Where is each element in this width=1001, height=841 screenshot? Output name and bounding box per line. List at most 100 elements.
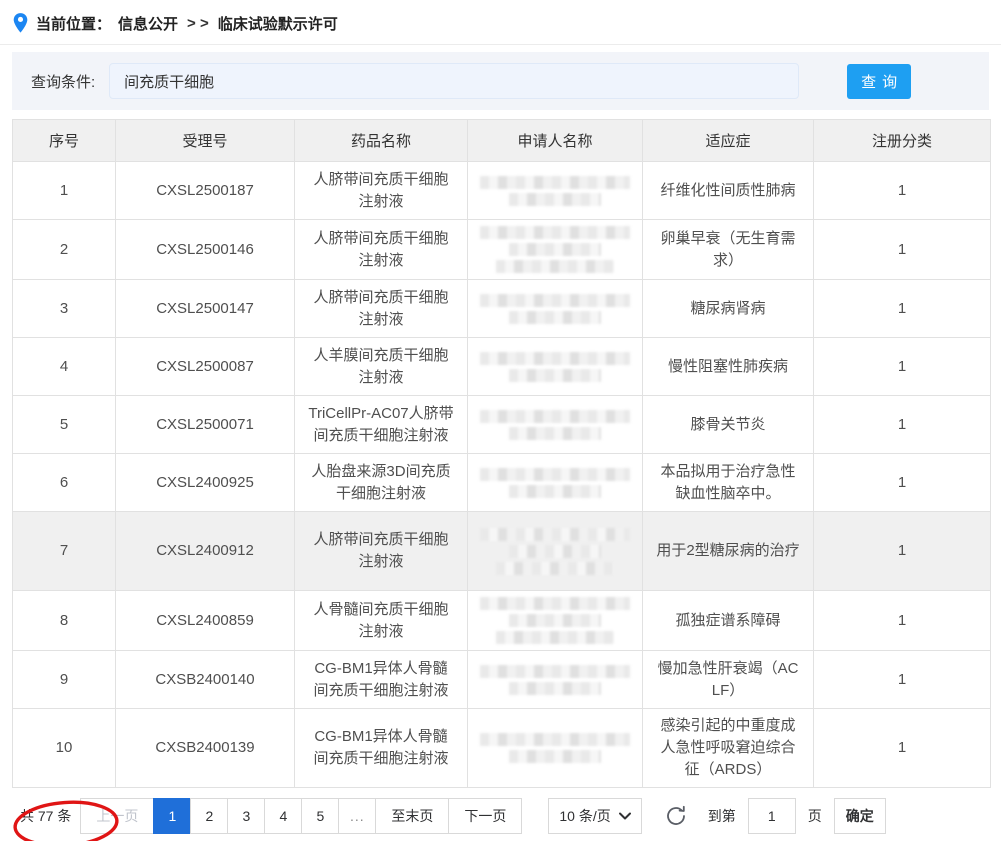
cell-acceptance-no: CXSL2500187: [116, 162, 295, 220]
redacted-applicant-blur: [481, 468, 629, 498]
results-table: 序号 受理号 药品名称 申请人名称 适应症 注册分类 1 CXSL2500187…: [12, 119, 991, 788]
cell-acceptance-no: CXSB2400139: [116, 709, 295, 788]
cell-drug-name: CG-BM1异体人骨髓间充质干细胞注射液: [295, 709, 468, 788]
table-row: 10 CXSB2400139 CG-BM1异体人骨髓间充质干细胞注射液 感染引起…: [13, 709, 991, 788]
cell-acceptance-no: CXSL2400859: [116, 591, 295, 651]
breadcrumb-item-current: 临床试验默示许可: [218, 13, 338, 34]
redacted-applicant-blur: [481, 226, 629, 273]
breadcrumb-prefix: 当前位置：: [36, 13, 111, 34]
cell-seq: 8: [13, 591, 116, 651]
cell-indication: 膝骨关节炎: [643, 396, 814, 454]
pagination-bar: 共 77 条 上一页 1 2 3 4 5 ... 至末页 下一页 10 条/页 …: [12, 798, 989, 834]
next-page-button[interactable]: 下一页: [448, 798, 522, 834]
cell-category: 1: [814, 512, 991, 591]
cell-indication: 用于2型糖尿病的治疗: [643, 512, 814, 591]
search-button[interactable]: 查询: [847, 64, 911, 99]
cell-seq: 3: [13, 280, 116, 338]
cell-seq: 5: [13, 396, 116, 454]
location-pin-icon: [12, 12, 29, 34]
header-seq: 序号: [13, 120, 116, 162]
cell-category: 1: [814, 220, 991, 280]
cell-drug-name: 人脐带间充质干细胞注射液: [295, 220, 468, 280]
page: 当前位置： 信息公开 > > 临床试验默示许可 查询条件: 查询 序号 受理号 …: [0, 0, 1001, 841]
page-size-value: 10 条/页: [559, 806, 610, 826]
table-row: 9 CXSB2400140 CG-BM1异体人骨髓间充质干细胞注射液 慢加急性肝…: [13, 651, 991, 709]
goto-page-prefix: 到第: [708, 806, 736, 826]
cell-drug-name: 人脐带间充质干细胞注射液: [295, 280, 468, 338]
table-row: 3 CXSL2500147 人脐带间充质干细胞注射液 糖尿病肾病 1: [13, 280, 991, 338]
page-button-4[interactable]: 4: [264, 798, 302, 834]
goto-page-input[interactable]: [748, 798, 796, 834]
cell-applicant: [468, 338, 643, 396]
redacted-applicant-blur: [481, 410, 629, 440]
breadcrumb-item-info-disclosure[interactable]: 信息公开: [118, 13, 178, 34]
cell-category: 1: [814, 396, 991, 454]
cell-drug-name: 人胎盘来源3D间充质干细胞注射液: [295, 454, 468, 512]
redacted-applicant-blur: [481, 528, 629, 575]
cell-indication: 纤维化性间质性肺病: [643, 162, 814, 220]
cell-seq: 1: [13, 162, 116, 220]
goto-page-suffix: 页: [808, 806, 822, 826]
cell-acceptance-no: CXSL2500087: [116, 338, 295, 396]
header-indication: 适应症: [643, 120, 814, 162]
cell-seq: 9: [13, 651, 116, 709]
confirm-button[interactable]: 确定: [834, 798, 886, 834]
page-button-5[interactable]: 5: [301, 798, 339, 834]
redacted-applicant-blur: [481, 176, 629, 206]
page-button-2[interactable]: 2: [190, 798, 228, 834]
cell-applicant: [468, 512, 643, 591]
page-ellipsis[interactable]: ...: [338, 798, 376, 834]
cell-acceptance-no: CXSL2500146: [116, 220, 295, 280]
cell-acceptance-no: CXSL2400925: [116, 454, 295, 512]
header-category: 注册分类: [814, 120, 991, 162]
cell-drug-name: 人脐带间充质干细胞注射液: [295, 162, 468, 220]
page-button-1[interactable]: 1: [153, 798, 191, 834]
cell-seq: 10: [13, 709, 116, 788]
page-button-3[interactable]: 3: [227, 798, 265, 834]
table-row: 6 CXSL2400925 人胎盘来源3D间充质干细胞注射液 本品拟用于治疗急性…: [13, 454, 991, 512]
last-page-button[interactable]: 至末页: [375, 798, 449, 834]
table-header-row: 序号 受理号 药品名称 申请人名称 适应症 注册分类: [13, 120, 991, 162]
cell-seq: 2: [13, 220, 116, 280]
cell-category: 1: [814, 651, 991, 709]
header-drug-name: 药品名称: [295, 120, 468, 162]
cell-applicant: [468, 162, 643, 220]
cell-applicant: [468, 280, 643, 338]
cell-applicant: [468, 591, 643, 651]
breadcrumb: 当前位置： 信息公开 > > 临床试验默示许可: [0, 0, 1001, 45]
table-row: 8 CXSL2400859 人骨髓间充质干细胞注射液 孤独症谱系障碍 1: [13, 591, 991, 651]
refresh-icon[interactable]: [664, 804, 688, 828]
cell-category: 1: [814, 454, 991, 512]
cell-drug-name: 人羊膜间充质干细胞注射液: [295, 338, 468, 396]
table-row: 7 CXSL2400912 人脐带间充质干细胞注射液 用于2型糖尿病的治疗 1: [13, 512, 991, 591]
prev-page-button[interactable]: 上一页: [80, 798, 154, 834]
table-body: 1 CXSL2500187 人脐带间充质干细胞注射液 纤维化性间质性肺病 1 2…: [13, 162, 991, 788]
cell-acceptance-no: CXSL2500147: [116, 280, 295, 338]
total-count: 共 77 条: [12, 806, 81, 826]
cell-category: 1: [814, 280, 991, 338]
cell-indication: 孤独症谱系障碍: [643, 591, 814, 651]
table-row: 1 CXSL2500187 人脐带间充质干细胞注射液 纤维化性间质性肺病 1: [13, 162, 991, 220]
cell-applicant: [468, 454, 643, 512]
table-row: 4 CXSL2500087 人羊膜间充质干细胞注射液 慢性阻塞性肺疾病 1: [13, 338, 991, 396]
page-size-select[interactable]: 10 条/页: [548, 798, 641, 834]
redacted-applicant-blur: [481, 733, 629, 763]
search-input[interactable]: [109, 63, 799, 99]
cell-seq: 6: [13, 454, 116, 512]
cell-category: 1: [814, 709, 991, 788]
cell-category: 1: [814, 591, 991, 651]
cell-applicant: [468, 709, 643, 788]
cell-indication: 感染引起的中重度成人急性呼吸窘迫综合征（ARDS）: [643, 709, 814, 788]
cell-applicant: [468, 651, 643, 709]
cell-indication: 慢加急性肝衰竭（ACLF）: [643, 651, 814, 709]
search-panel: 查询条件: 查询: [12, 52, 989, 110]
search-label: 查询条件:: [31, 71, 95, 92]
header-applicant: 申请人名称: [468, 120, 643, 162]
cell-drug-name: 人脐带间充质干细胞注射液: [295, 512, 468, 591]
cell-applicant: [468, 220, 643, 280]
cell-category: 1: [814, 162, 991, 220]
cell-seq: 4: [13, 338, 116, 396]
chevron-down-icon: [619, 812, 631, 820]
cell-indication: 卵巢早衰（无生育需求）: [643, 220, 814, 280]
cell-applicant: [468, 396, 643, 454]
